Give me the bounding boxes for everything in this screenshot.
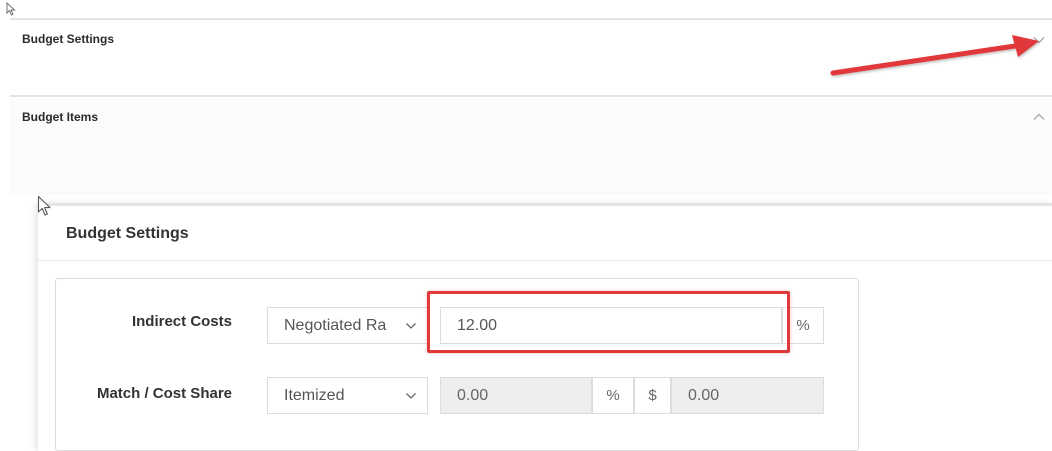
dollar-symbol: $ [648, 387, 657, 404]
cursor-icon [6, 2, 16, 16]
cursor-icon [37, 195, 51, 216]
indirect-costs-type-select[interactable]: Negotiated Ra [267, 307, 428, 344]
panel-divider [38, 260, 1052, 261]
match-percent-addon: % [592, 377, 634, 414]
match-type-value: Itemized [284, 386, 345, 404]
match-percent-input[interactable]: 0.00 [440, 377, 592, 414]
indirect-costs-label: Indirect Costs [131, 313, 232, 330]
match-amount-input[interactable]: 0.00 [671, 377, 824, 414]
match-percent-value: 0.00 [457, 386, 489, 404]
accordion-title: Budget Items [22, 110, 99, 124]
indirect-costs-type-value: Negotiated Ra [284, 316, 387, 334]
chevron-up-icon[interactable] [1032, 112, 1046, 122]
accordion-title: Budget Settings [22, 32, 114, 46]
accordion-budget-items[interactable]: Budget Items [10, 99, 1052, 195]
percent-symbol: % [606, 387, 620, 404]
match-currency-addon: $ [634, 377, 671, 414]
annotation-highlight-box [427, 291, 790, 353]
select-caret-icon [406, 322, 416, 329]
annotation-arrow [830, 35, 1039, 76]
match-cost-share-label: Match / Cost Share [96, 385, 232, 402]
match-type-select[interactable]: Itemized [267, 377, 428, 414]
match-amount-value: 0.00 [688, 386, 720, 404]
percent-symbol: % [796, 317, 810, 334]
select-caret-icon [406, 392, 416, 399]
budget-settings-zoom-panel: Budget Settings Indirect Costs Negotiate… [38, 203, 1052, 451]
panel-title: Budget Settings [66, 225, 189, 242]
